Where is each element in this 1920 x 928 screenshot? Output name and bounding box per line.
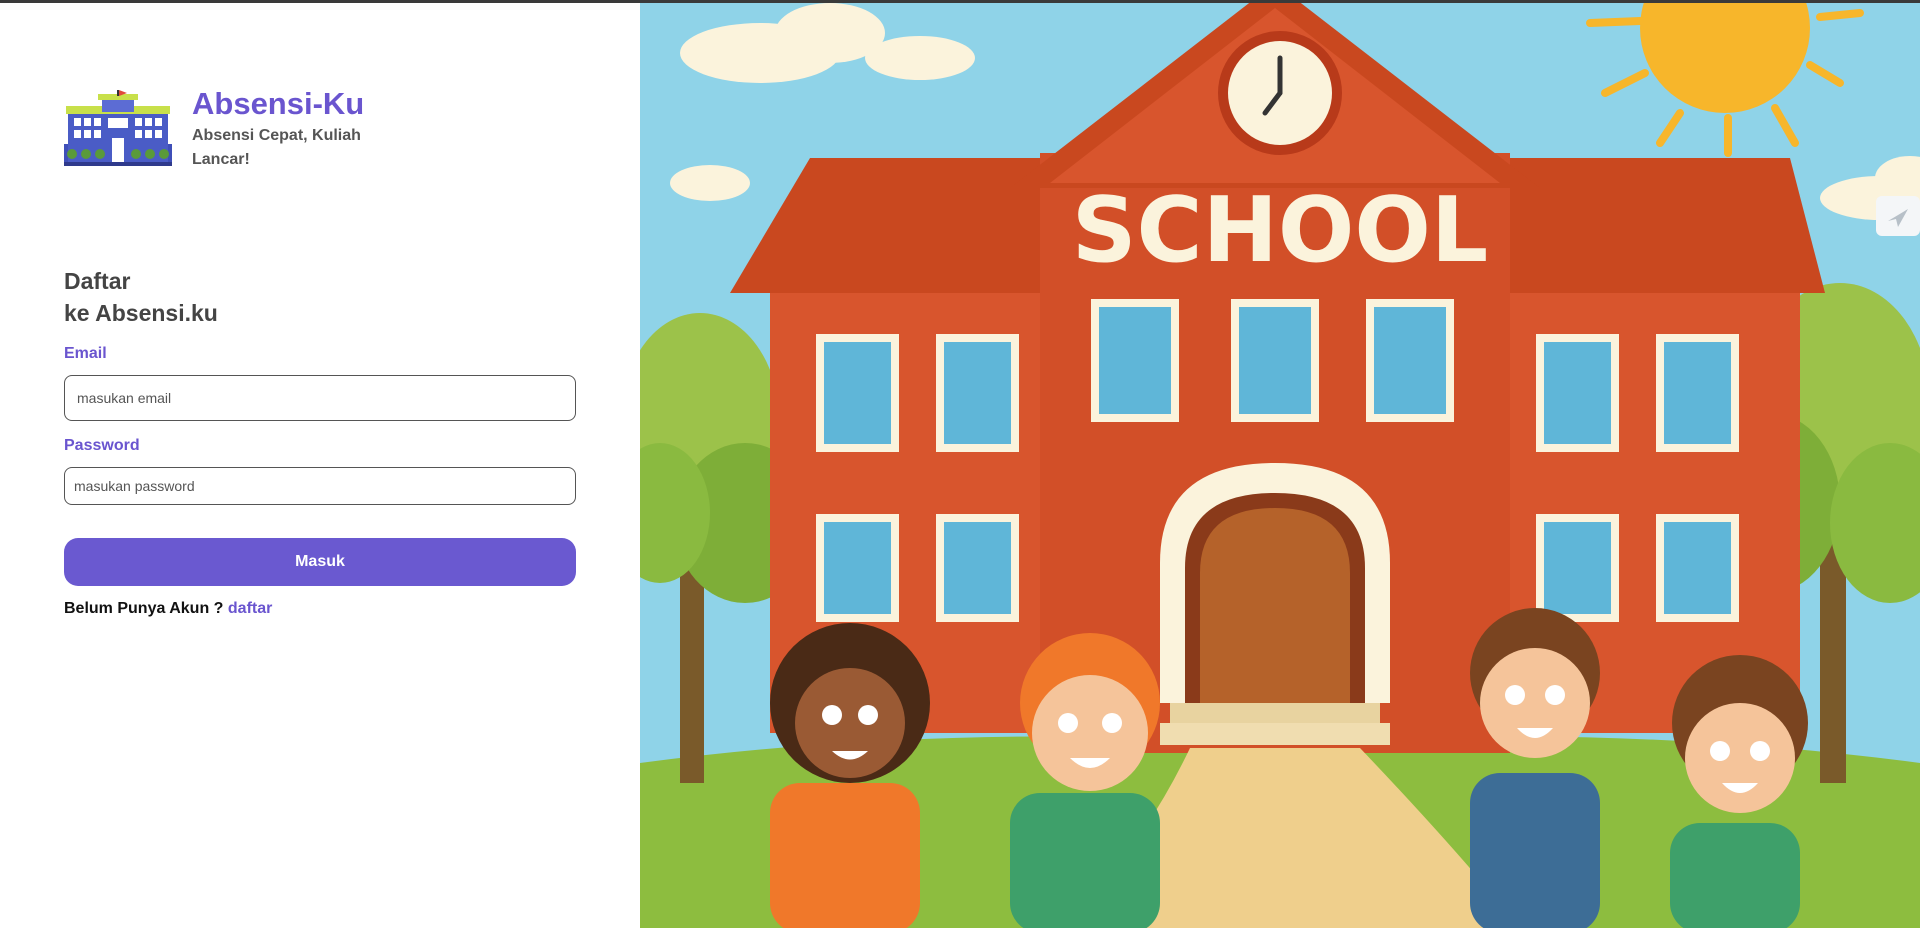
- email-label: Email: [64, 345, 107, 362]
- register-link[interactable]: daftar: [228, 600, 272, 617]
- submit-button[interactable]: Masuk: [64, 538, 576, 586]
- brand-name: Absensi-Ku: [192, 86, 365, 121]
- brand-text: Absensi-Ku Absensi Cepat, Kuliah Lancar!: [192, 86, 392, 172]
- school-door: [1160, 463, 1390, 745]
- brand-tagline: Absensi Cepat, Kuliah Lancar!: [192, 127, 361, 168]
- school-logo-icon: [64, 90, 172, 170]
- register-prompt: Belum Punya Akun ?: [64, 600, 224, 617]
- form-heading-line2: ke Absensi.ku: [64, 300, 218, 326]
- register-form: Daftar ke Absensi.ku Email Password Masu…: [64, 265, 576, 618]
- clock-icon: [1218, 31, 1342, 155]
- login-panel: Absensi-Ku Absensi Cepat, Kuliah Lancar!…: [0, 3, 640, 928]
- school-sign: SCHOOL: [1072, 178, 1489, 283]
- brand-header: Absensi-Ku Absensi Cepat, Kuliah Lancar!: [64, 86, 392, 172]
- password-input[interactable]: [64, 467, 576, 505]
- hero-illustration: SCHOOL: [640, 3, 1920, 928]
- form-heading-line1: Daftar: [64, 268, 131, 294]
- email-input[interactable]: [64, 375, 576, 421]
- send-icon[interactable]: [1876, 196, 1920, 236]
- password-label: Password: [64, 437, 140, 454]
- register-prompt-line: Belum Punya Akun ? daftar: [64, 600, 576, 618]
